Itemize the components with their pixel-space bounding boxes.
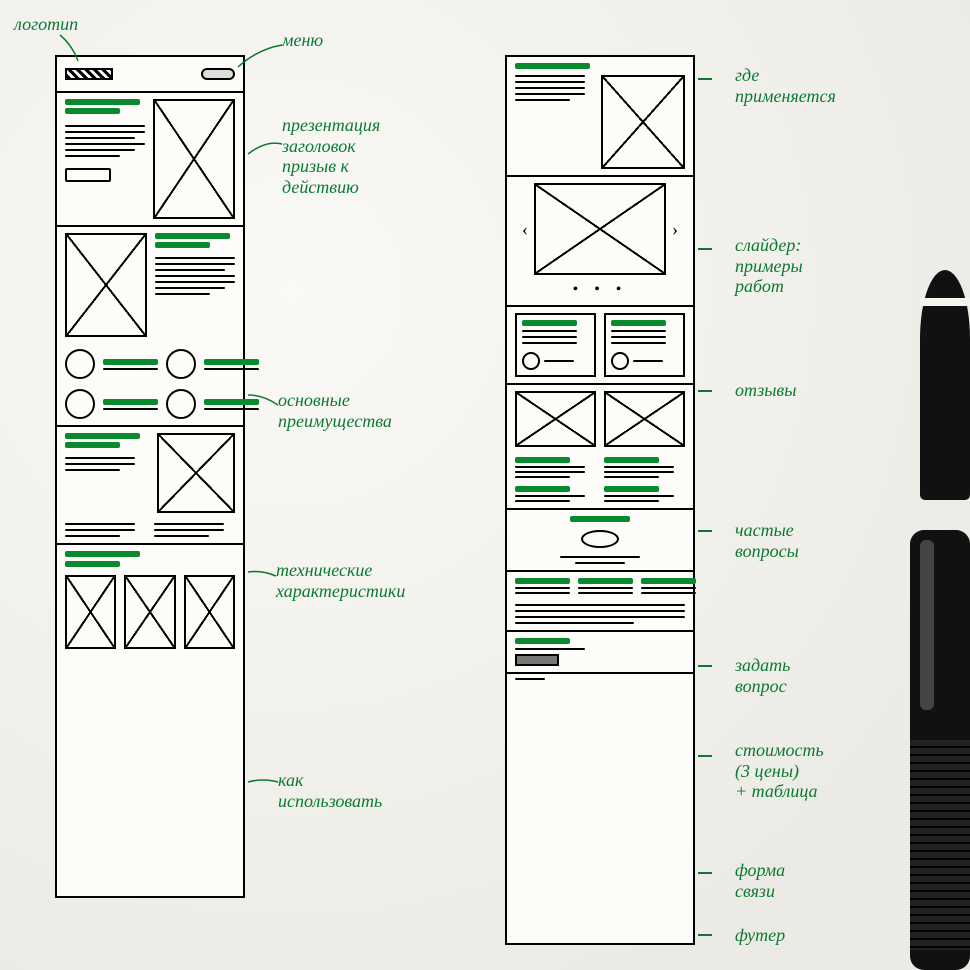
annotation-menu: меню bbox=[282, 30, 323, 51]
hero-section bbox=[57, 93, 243, 227]
specs-section bbox=[57, 427, 243, 545]
wireframe-column-1 bbox=[55, 55, 245, 898]
annotation-pricing: стоимость (3 цены) + таблица bbox=[735, 740, 824, 802]
avatar-icon bbox=[522, 352, 540, 370]
circle-icon bbox=[166, 349, 196, 379]
benefits-section bbox=[57, 227, 243, 427]
slider-dots: • • • bbox=[573, 281, 628, 299]
image-placeholder bbox=[157, 433, 235, 513]
reviews-section bbox=[507, 307, 693, 385]
circle-icon bbox=[65, 389, 95, 419]
annotation-faq: частые вопросы bbox=[735, 520, 799, 561]
annotation-reviews: отзывы bbox=[735, 380, 796, 401]
annotation-slider: слайдер: примеры работ bbox=[735, 235, 803, 297]
annotation-logo: логотип bbox=[14, 14, 78, 35]
footer-section bbox=[507, 674, 693, 692]
faq-section bbox=[507, 385, 693, 510]
cta-button bbox=[65, 168, 111, 182]
wireframe-column-2: ‹ › • • • bbox=[505, 55, 695, 945]
annotation-usedwhere: где применяется bbox=[735, 65, 836, 106]
ask-section bbox=[507, 510, 693, 572]
oval-button bbox=[581, 530, 619, 548]
annotation-howto: как использовать bbox=[278, 770, 382, 811]
logo-placeholder bbox=[65, 68, 113, 80]
form-section bbox=[507, 632, 693, 674]
menu-placeholder bbox=[201, 68, 235, 80]
image-placeholder bbox=[153, 99, 235, 219]
avatar-icon bbox=[611, 352, 629, 370]
image-placeholder bbox=[65, 575, 116, 649]
annotation-footer: футер bbox=[735, 925, 785, 946]
image-placeholder bbox=[604, 391, 685, 447]
marker-pen bbox=[920, 270, 970, 500]
annotation-form: форма связи bbox=[735, 860, 785, 901]
image-placeholder bbox=[124, 575, 175, 649]
slider-section: ‹ › • • • bbox=[507, 177, 693, 307]
chevron-left-icon: ‹ bbox=[522, 219, 528, 240]
usedwhere-section bbox=[507, 57, 693, 177]
annotation-hero: презентация заголовок призыв к действию bbox=[282, 115, 380, 198]
howto-section bbox=[57, 545, 243, 655]
circle-icon bbox=[166, 389, 196, 419]
circle-icon bbox=[65, 349, 95, 379]
image-placeholder bbox=[515, 391, 596, 447]
pricing-section bbox=[507, 572, 693, 632]
pen bbox=[910, 530, 970, 970]
chevron-right-icon: › bbox=[672, 219, 678, 240]
image-placeholder bbox=[184, 575, 235, 649]
image-placeholder bbox=[65, 233, 147, 337]
annotation-specs: технические характеристики bbox=[276, 560, 405, 601]
annotation-ask: задать вопрос bbox=[735, 655, 790, 696]
image-placeholder bbox=[601, 75, 685, 169]
image-placeholder bbox=[534, 183, 666, 275]
annotation-benefits: основные преимущества bbox=[278, 390, 392, 431]
